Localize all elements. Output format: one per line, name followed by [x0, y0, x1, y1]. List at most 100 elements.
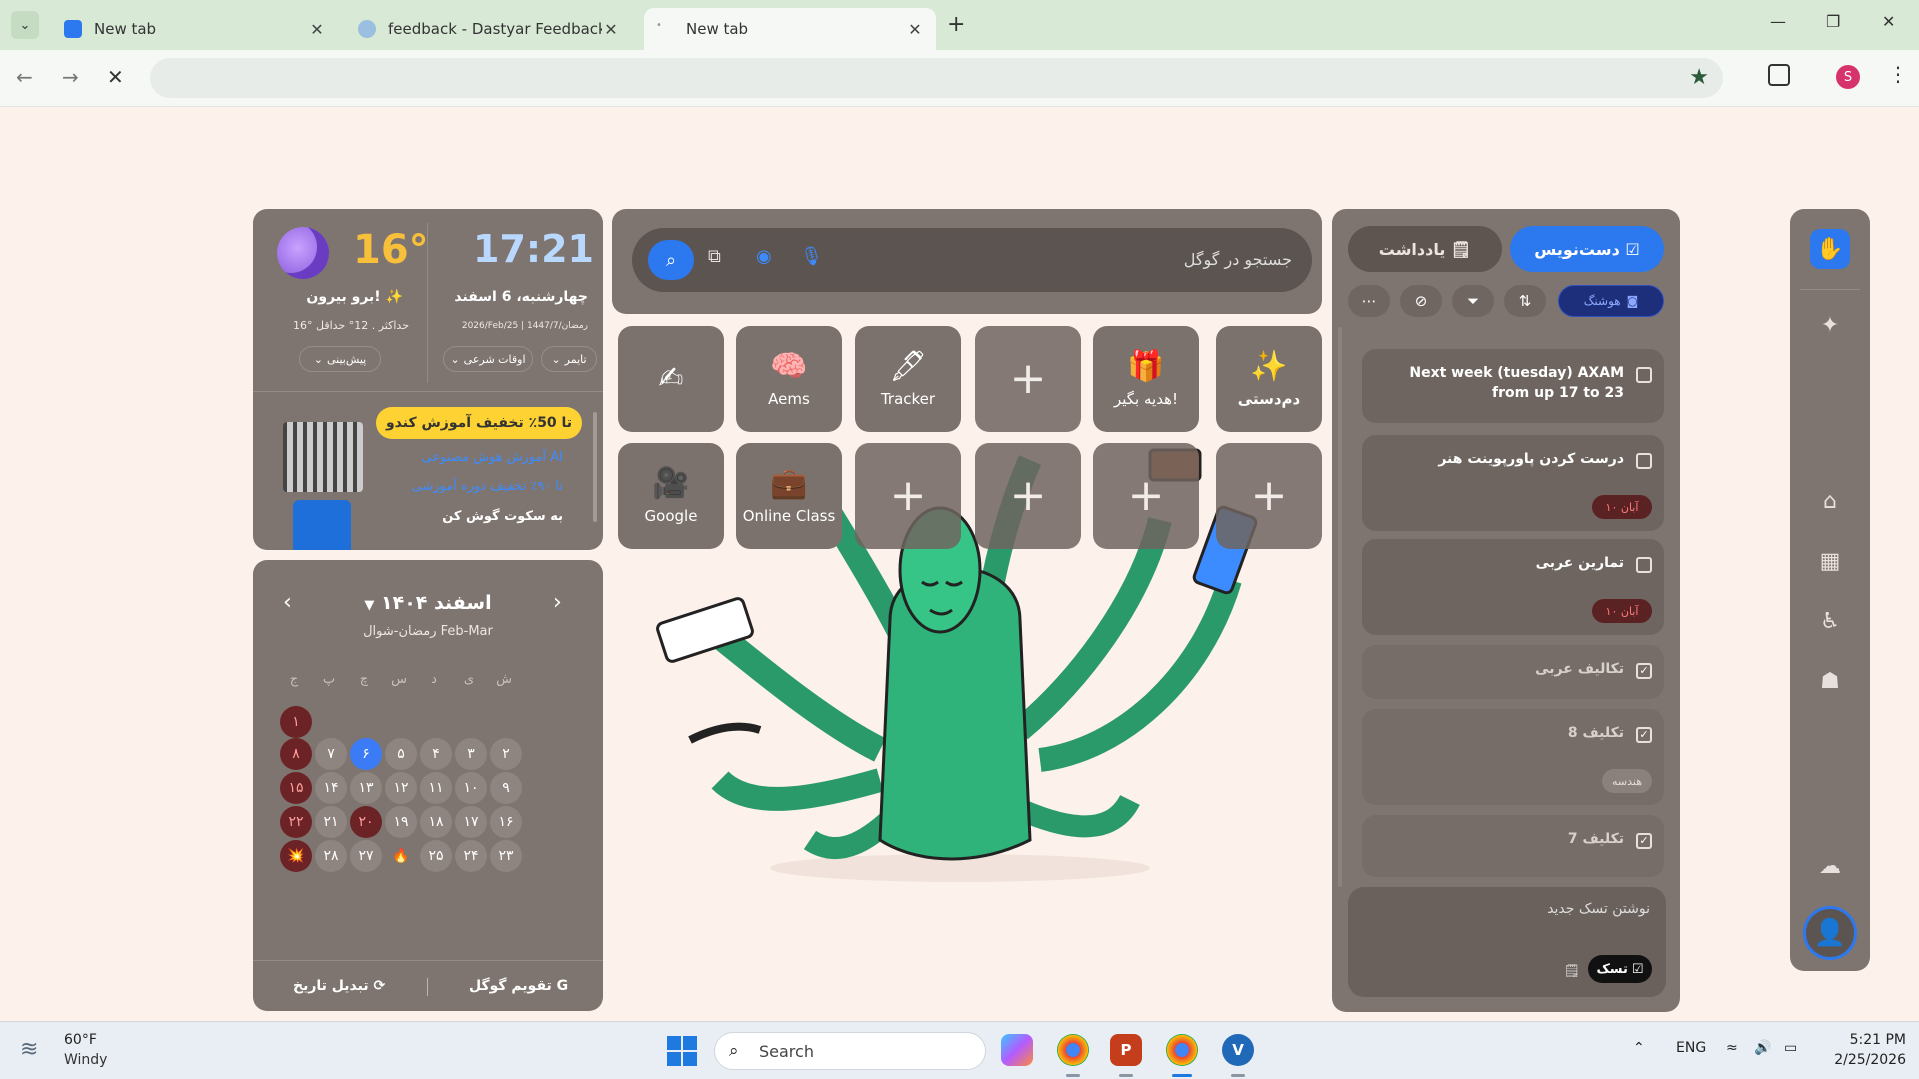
- google-search-input[interactable]: ⌕ ⧉ ◉ 🎙 جستجو در گوگل: [632, 228, 1312, 292]
- tab-handwritten-tasks[interactable]: دست‌نویس ☑: [1510, 226, 1664, 272]
- task-checkbox-checked[interactable]: ✓: [1636, 727, 1652, 743]
- calendar-day-holiday[interactable]: 💥: [280, 840, 312, 872]
- filter-icon[interactable]: ⏷: [1452, 285, 1494, 317]
- news-scrollbar[interactable]: [593, 412, 597, 522]
- calendar-day[interactable]: ۲۱: [315, 806, 347, 838]
- home-icon[interactable]: ⌂: [1810, 481, 1850, 521]
- calendar-next-icon[interactable]: ›: [553, 590, 562, 615]
- tab-notes[interactable]: یادداشت 🗒: [1348, 226, 1502, 272]
- task-item[interactable]: درست کردن پاورپوینت هنر ۱۰ آبان: [1362, 435, 1664, 531]
- calendar-day[interactable]: ۱۷: [455, 806, 487, 838]
- powerpoint-icon[interactable]: P: [1110, 1034, 1142, 1066]
- calendar-month[interactable]: ▼ اسفند ۱۴۰۴: [363, 592, 493, 614]
- timer-button[interactable]: ⌄ تایمر: [541, 346, 597, 372]
- calendar-day[interactable]: ۲: [490, 738, 522, 770]
- shortcut-tile[interactable]: 🎁 هدیه بگیر!: [1093, 326, 1199, 432]
- windows-start-icon[interactable]: [667, 1036, 697, 1066]
- bookmark-star-icon[interactable]: ★: [1689, 65, 1709, 90]
- close-icon[interactable]: ✕: [602, 20, 620, 39]
- forward-icon[interactable]: →: [62, 65, 79, 89]
- task-item[interactable]: Next week (tuesday) AXAM from up 17 to 2…: [1362, 349, 1664, 423]
- calendar-prev-icon[interactable]: ‹: [283, 590, 292, 615]
- restore-icon[interactable]: ❐: [1826, 12, 1840, 31]
- shortcut-tile[interactable]: 🖋 Tracker: [855, 326, 961, 432]
- calendar-day[interactable]: 🔥: [385, 840, 417, 872]
- calendar-day[interactable]: ۱۳: [350, 772, 382, 804]
- calendar-day[interactable]: ۱۰: [455, 772, 487, 804]
- calendar-day-holiday[interactable]: ۱۵: [280, 772, 312, 804]
- stop-loading-icon[interactable]: ✕: [107, 65, 124, 89]
- browser-tab-3-active[interactable]: • New tab ✕: [644, 8, 936, 50]
- calendar-day[interactable]: ۲۸: [315, 840, 347, 872]
- new-tab-plus-icon[interactable]: +: [947, 12, 965, 37]
- add-shortcut-button[interactable]: +: [1093, 443, 1199, 549]
- taskbar-time[interactable]: 5:21 PM: [1826, 1032, 1906, 1048]
- address-bar[interactable]: ★: [150, 58, 1723, 98]
- forecast-button[interactable]: ⌄ پیش‌بینی: [299, 346, 381, 372]
- search-icon[interactable]: ⌕: [648, 240, 694, 280]
- news-item[interactable]: تا ۹۰٪ تخفیف دوره‌ آموزشی: [412, 479, 564, 494]
- task-item[interactable]: ✓ تکالیف عربی: [1362, 645, 1664, 699]
- task-item[interactable]: ✓ تکلیف 7: [1362, 815, 1664, 877]
- task-item[interactable]: تمارین عربی ۱۰ آبان: [1362, 539, 1664, 635]
- sparkle-icon[interactable]: ✦: [1810, 305, 1850, 345]
- news-item[interactable]: به سکوت گوش کن: [442, 509, 563, 524]
- calendar-day[interactable]: ۴: [420, 738, 452, 770]
- shortcut-tile[interactable]: 🎥 Google: [618, 443, 724, 549]
- language-indicator[interactable]: ENG: [1676, 1040, 1706, 1056]
- google-calendar-button[interactable]: تقویم گوگل G: [469, 978, 568, 994]
- camera-lens-icon[interactable]: ◉: [756, 246, 772, 267]
- tab-search-dropdown[interactable]: ⌄: [11, 11, 39, 39]
- back-icon[interactable]: ←: [16, 65, 33, 89]
- minimize-icon[interactable]: —: [1770, 12, 1786, 31]
- calendar-day[interactable]: ۱۹: [385, 806, 417, 838]
- calendar-day-holiday[interactable]: ۸: [280, 738, 312, 770]
- user-avatar-icon[interactable]: 👤: [1803, 906, 1857, 960]
- add-shortcut-button[interactable]: +: [855, 443, 961, 549]
- calendar-day-today[interactable]: ۶: [350, 738, 382, 770]
- calendar-day[interactable]: ۲۵: [420, 840, 452, 872]
- task-due-badge[interactable]: ۱۰ آبان: [1592, 495, 1652, 519]
- menu-kebab-icon[interactable]: ⋮: [1888, 62, 1908, 86]
- task-checkbox[interactable]: [1636, 557, 1652, 573]
- cloud-icon[interactable]: ☁: [1810, 846, 1850, 886]
- accessibility-icon[interactable]: ♿: [1810, 601, 1850, 641]
- microphone-icon[interactable]: 🎙: [800, 246, 823, 267]
- extensions-icon[interactable]: [1768, 64, 1790, 86]
- ghost-icon[interactable]: ☗: [1810, 661, 1850, 701]
- calendar-day[interactable]: ۵: [385, 738, 417, 770]
- new-task-input[interactable]: نوشتن تسک جدید تسک ☑ 🗒: [1348, 887, 1666, 997]
- task-type-button[interactable]: تسک ☑: [1588, 955, 1652, 983]
- battery-icon[interactable]: ▭: [1784, 1040, 1797, 1056]
- calendar-day[interactable]: ۱۱: [420, 772, 452, 804]
- task-due-badge[interactable]: ۱۰ آبان: [1592, 599, 1652, 623]
- image-search-icon[interactable]: ⧉: [708, 246, 721, 267]
- volume-icon[interactable]: 🔊: [1754, 1040, 1771, 1056]
- close-icon[interactable]: ✕: [308, 20, 326, 39]
- add-shortcut-button[interactable]: +: [975, 326, 1081, 432]
- widgets-grid-icon[interactable]: ▦: [1810, 541, 1850, 581]
- taskbar-temp[interactable]: 60°F: [64, 1032, 97, 1048]
- hide-completed-icon[interactable]: ⊘: [1400, 285, 1442, 317]
- vpn-app-icon[interactable]: V: [1222, 1034, 1254, 1066]
- calendar-day[interactable]: ۷: [315, 738, 347, 770]
- chrome-icon[interactable]: [1057, 1034, 1089, 1066]
- task-checkbox-checked[interactable]: ✓: [1636, 663, 1652, 679]
- calendar-day[interactable]: ۱۲: [385, 772, 417, 804]
- taskbar-search-box[interactable]: ⌕ Search: [714, 1032, 986, 1070]
- task-checkbox[interactable]: [1636, 453, 1652, 469]
- close-icon[interactable]: ✕: [906, 20, 924, 39]
- calendar-day-holiday[interactable]: ۲۰: [350, 806, 382, 838]
- browser-tab-2[interactable]: feedback - Dastyar Feedback C ✕: [346, 8, 632, 50]
- convert-date-button[interactable]: تبدیل تاریخ ⟳: [293, 978, 385, 994]
- note-type-icon[interactable]: 🗒: [1563, 964, 1580, 979]
- task-item[interactable]: ✓ تکلیف 8 هندسه: [1362, 709, 1664, 805]
- add-shortcut-button[interactable]: +: [1216, 443, 1322, 549]
- calendar-day[interactable]: ۱۴: [315, 772, 347, 804]
- taskbar-date[interactable]: 2/25/2026: [1826, 1052, 1906, 1068]
- tasks-scrollbar[interactable]: [1338, 327, 1342, 887]
- taskbar-condition[interactable]: Windy: [64, 1052, 107, 1068]
- profile-avatar[interactable]: S: [1836, 65, 1860, 89]
- window-close-icon[interactable]: ✕: [1882, 12, 1895, 31]
- copilot-icon[interactable]: [1001, 1034, 1033, 1066]
